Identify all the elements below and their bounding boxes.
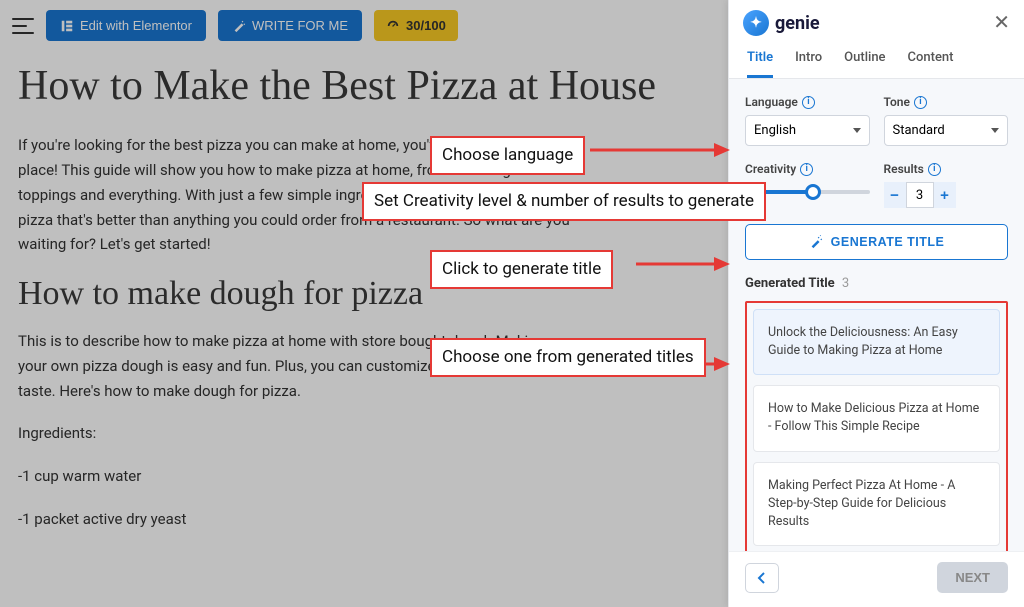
post-paragraph: -1 packet active dry yeast bbox=[18, 507, 702, 532]
genie-sidebar: ✦ genie ✕ Title Intro Outline Content La… bbox=[728, 0, 1024, 607]
callout-language: Choose language bbox=[430, 136, 585, 175]
edit-elementor-label: Edit with Elementor bbox=[80, 18, 192, 33]
write-for-me-label: WRITE FOR ME bbox=[252, 18, 348, 33]
generated-title-option[interactable]: Making Perfect Pizza At Home - A Step-by… bbox=[753, 462, 1000, 546]
info-icon[interactable]: i bbox=[802, 96, 815, 109]
wand-icon bbox=[809, 235, 823, 249]
post-paragraph: -1 cup warm water bbox=[18, 464, 702, 489]
info-icon[interactable]: i bbox=[800, 163, 813, 176]
callout-choose-title: Choose one from generated titles bbox=[430, 338, 706, 377]
post-paragraph: Ingredients: bbox=[18, 421, 702, 446]
results-value: 3 bbox=[906, 182, 934, 208]
language-select[interactable]: English bbox=[745, 115, 870, 146]
increment-button[interactable]: + bbox=[934, 182, 956, 208]
tab-title[interactable]: Title bbox=[747, 50, 773, 78]
tab-content[interactable]: Content bbox=[908, 50, 954, 78]
back-button[interactable] bbox=[745, 563, 779, 593]
results-stepper: − 3 + bbox=[884, 182, 1009, 208]
chevron-down-icon bbox=[991, 128, 999, 133]
editor-toolbar: Edit with Elementor WRITE FOR ME 30/100 bbox=[0, 0, 728, 51]
genie-logo-icon: ✦ bbox=[743, 10, 769, 36]
decrement-button[interactable]: − bbox=[884, 182, 906, 208]
results-label: Results bbox=[884, 162, 924, 176]
chevron-down-icon bbox=[853, 128, 861, 133]
callout-creativity: Set Creativity level & number of results… bbox=[362, 182, 766, 221]
score-button[interactable]: 30/100 bbox=[374, 10, 458, 41]
next-button[interactable]: NEXT bbox=[937, 562, 1008, 593]
wizard-tabs: Title Intro Outline Content bbox=[729, 44, 1024, 79]
callout-generate: Click to generate title bbox=[430, 250, 613, 289]
generate-title-button[interactable]: GENERATE TITLE bbox=[745, 224, 1008, 260]
chevron-left-icon bbox=[757, 571, 767, 585]
tab-intro[interactable]: Intro bbox=[795, 50, 822, 78]
generated-title-heading: Generated Title 3 bbox=[745, 276, 1008, 291]
language-label: Language bbox=[745, 95, 798, 109]
tone-label: Tone bbox=[884, 95, 910, 109]
genie-logo: ✦ genie bbox=[743, 10, 820, 36]
elementor-icon bbox=[60, 19, 74, 33]
post-content: How to Make the Best Pizza at House If y… bbox=[0, 51, 728, 570]
gauge-icon bbox=[386, 19, 400, 33]
score-label: 30/100 bbox=[406, 18, 446, 33]
wand-icon bbox=[232, 19, 246, 33]
slider-thumb[interactable] bbox=[805, 184, 821, 200]
close-button[interactable]: ✕ bbox=[993, 13, 1010, 33]
language-value: English bbox=[754, 123, 796, 138]
post-heading-1: How to Make the Best Pizza at House bbox=[18, 61, 702, 111]
generated-title-option[interactable]: How to Make Delicious Pizza at Home - Fo… bbox=[753, 385, 1000, 451]
generate-title-label: GENERATE TITLE bbox=[831, 235, 945, 249]
info-icon[interactable]: i bbox=[928, 163, 941, 176]
menu-icon[interactable] bbox=[12, 18, 34, 34]
generated-count: 3 bbox=[842, 276, 849, 291]
generated-titles-list: Unlock the Deliciousness: An Easy Guide … bbox=[745, 301, 1008, 551]
tone-value: Standard bbox=[893, 123, 945, 138]
edit-elementor-button[interactable]: Edit with Elementor bbox=[46, 10, 206, 41]
info-icon[interactable]: i bbox=[914, 96, 927, 109]
generated-title-option[interactable]: Unlock the Deliciousness: An Easy Guide … bbox=[753, 309, 1000, 375]
tab-outline[interactable]: Outline bbox=[844, 50, 885, 78]
creativity-label: Creativity bbox=[745, 162, 796, 176]
genie-brand: genie bbox=[775, 13, 820, 34]
write-for-me-button[interactable]: WRITE FOR ME bbox=[218, 10, 362, 41]
tone-select[interactable]: Standard bbox=[884, 115, 1009, 146]
